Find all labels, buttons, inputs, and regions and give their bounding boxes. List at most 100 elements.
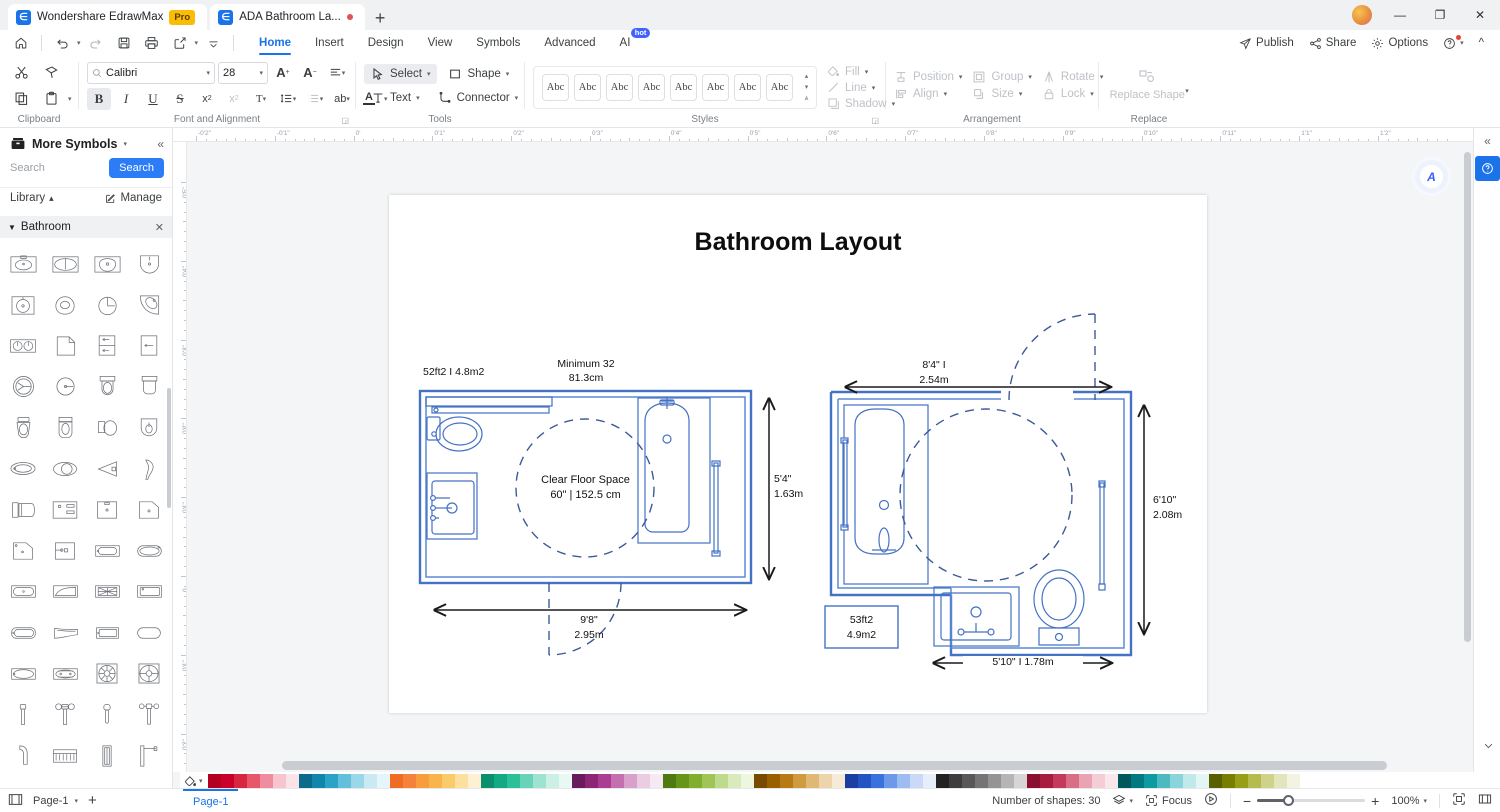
palette-swatch[interactable] bbox=[766, 774, 780, 788]
palette-swatch[interactable] bbox=[948, 774, 962, 788]
copy-button[interactable] bbox=[8, 87, 34, 111]
symbol-shower-tray-jets[interactable] bbox=[44, 490, 86, 529]
palette-swatch[interactable] bbox=[506, 774, 520, 788]
symbol-corner-shower[interactable] bbox=[44, 326, 86, 365]
close-button[interactable]: ✕ bbox=[1460, 0, 1500, 30]
symbol-toilet-tank-round[interactable] bbox=[86, 367, 128, 406]
palette-swatch[interactable] bbox=[311, 774, 325, 788]
library-toggle[interactable]: Library ▴ bbox=[10, 192, 54, 204]
palette-swatch[interactable] bbox=[272, 774, 286, 788]
help-panel-button[interactable] bbox=[1475, 156, 1500, 181]
print-icon[interactable] bbox=[139, 32, 165, 54]
palette-swatch[interactable] bbox=[493, 774, 507, 788]
focus-mode-button[interactable]: Focus bbox=[1145, 794, 1192, 807]
symbol-round-bath[interactable] bbox=[2, 367, 44, 406]
palette-swatch[interactable] bbox=[883, 774, 897, 788]
paste-button[interactable] bbox=[38, 87, 64, 111]
palette-swatch[interactable] bbox=[649, 774, 663, 788]
styles-scroll-up[interactable]: ▴ bbox=[801, 72, 812, 81]
select-tool-button[interactable]: Select ▾ bbox=[364, 63, 438, 84]
palette-swatch[interactable] bbox=[558, 774, 572, 788]
bold-button[interactable]: B bbox=[87, 87, 111, 110]
style-swatch[interactable]: Abc bbox=[542, 74, 569, 101]
palette-swatch[interactable] bbox=[1156, 774, 1170, 788]
palette-swatch[interactable] bbox=[246, 774, 260, 788]
symbol-corner-basin[interactable] bbox=[128, 285, 170, 324]
palette-swatch[interactable] bbox=[220, 774, 234, 788]
zoom-slider-knob[interactable] bbox=[1283, 795, 1295, 806]
format-painter-button[interactable] bbox=[38, 61, 64, 85]
palette-swatch[interactable] bbox=[1195, 774, 1209, 788]
underline-button[interactable]: U bbox=[141, 88, 165, 110]
palette-swatch[interactable] bbox=[857, 774, 871, 788]
tab-advanced[interactable]: Advanced bbox=[532, 30, 607, 56]
palette-swatch[interactable] bbox=[1169, 774, 1183, 788]
symbol-whirlpool-tub[interactable] bbox=[44, 654, 86, 693]
fit-page-button[interactable] bbox=[1452, 792, 1466, 809]
symbol-search-input[interactable]: Search bbox=[8, 157, 103, 179]
palette-swatch[interactable] bbox=[935, 774, 949, 788]
symbol-sink-oval[interactable] bbox=[44, 244, 86, 283]
scroll-right-rail[interactable] bbox=[1475, 732, 1500, 758]
styles-dialog-launcher[interactable]: ◲ bbox=[871, 114, 879, 127]
symbol-tub-square[interactable] bbox=[86, 613, 128, 652]
text-direction-button[interactable]: T ▾ bbox=[249, 88, 273, 110]
bullet-list-button[interactable]: ▾ bbox=[303, 88, 327, 110]
symbol-bidet-side[interactable] bbox=[86, 449, 128, 488]
style-swatch[interactable]: Abc bbox=[734, 74, 761, 101]
palette-swatch[interactable] bbox=[1091, 774, 1105, 788]
undo-icon[interactable] bbox=[49, 32, 75, 54]
palette-swatch[interactable] bbox=[623, 774, 637, 788]
tab-insert[interactable]: Insert bbox=[303, 30, 356, 56]
palette-swatch[interactable] bbox=[233, 774, 247, 788]
collapse-panel-button[interactable]: « bbox=[157, 137, 164, 151]
shrink-font-button[interactable]: A − bbox=[298, 62, 322, 84]
palette-swatch[interactable] bbox=[337, 774, 351, 788]
symbol-tub-oval-inner[interactable] bbox=[2, 654, 44, 693]
document-tab[interactable]: ∈ ADA Bathroom La... bbox=[210, 4, 365, 30]
palette-swatch[interactable] bbox=[1221, 774, 1235, 788]
symbol-bidet-oval[interactable] bbox=[2, 449, 44, 488]
shadow-button[interactable]: Shadow ▾ bbox=[827, 97, 895, 110]
palette-swatch[interactable] bbox=[1286, 774, 1300, 788]
symbol-towel-rail-vertical[interactable] bbox=[86, 736, 128, 775]
options-button[interactable]: Options bbox=[1365, 34, 1434, 53]
canvas-hscrollbar[interactable] bbox=[282, 761, 1387, 770]
position-button[interactable]: Position ▾ bbox=[894, 70, 962, 84]
symbol-urinal[interactable] bbox=[128, 408, 170, 447]
palette-swatch[interactable] bbox=[1065, 774, 1079, 788]
palette-swatch[interactable] bbox=[1078, 774, 1092, 788]
palette-swatch[interactable] bbox=[415, 774, 429, 788]
symbol-shower-wall-fixture[interactable] bbox=[128, 736, 170, 775]
palette-swatch[interactable] bbox=[207, 774, 221, 788]
symbol-faucet-round-top[interactable] bbox=[86, 695, 128, 734]
new-tab-button[interactable]: + bbox=[365, 8, 396, 30]
symbol-tub-curved[interactable] bbox=[44, 572, 86, 611]
palette-swatch[interactable] bbox=[701, 774, 715, 788]
palette-swatch[interactable] bbox=[987, 774, 1001, 788]
strikethrough-button[interactable]: S bbox=[168, 88, 192, 110]
symbol-toilet-open-seat[interactable] bbox=[2, 408, 44, 447]
palette-swatch[interactable] bbox=[792, 774, 806, 788]
zoom-slider-track[interactable] bbox=[1257, 795, 1366, 806]
palette-swatch[interactable] bbox=[1143, 774, 1157, 788]
symbol-spout-curved[interactable] bbox=[2, 736, 44, 775]
symbol-jacuzzi-square[interactable] bbox=[128, 654, 170, 693]
symbol-tub-round-end[interactable] bbox=[2, 613, 44, 652]
palette-swatch[interactable] bbox=[441, 774, 455, 788]
style-swatch[interactable]: Abc bbox=[574, 74, 601, 101]
canvas-vscrollbar-thumb[interactable] bbox=[1464, 152, 1471, 642]
palette-fill-button[interactable]: ▾ bbox=[182, 775, 208, 788]
share-button[interactable]: Share bbox=[1303, 34, 1363, 53]
symbols-scrollbar[interactable] bbox=[167, 388, 171, 508]
symbol-bathtub-oval[interactable] bbox=[128, 531, 170, 570]
symbol-corner-shower-cut[interactable] bbox=[2, 531, 44, 570]
app-tab[interactable]: ∈ Wondershare EdrawMax Pro bbox=[8, 4, 208, 30]
symbol-towel-bar-grid[interactable] bbox=[44, 736, 86, 775]
symbol-sink-round[interactable] bbox=[86, 244, 128, 283]
style-swatch[interactable]: Abc bbox=[766, 74, 793, 101]
palette-swatch[interactable] bbox=[974, 774, 988, 788]
tab-view[interactable]: View bbox=[416, 30, 465, 56]
grow-font-button[interactable]: A + bbox=[271, 62, 295, 84]
palette-swatch[interactable] bbox=[285, 774, 299, 788]
